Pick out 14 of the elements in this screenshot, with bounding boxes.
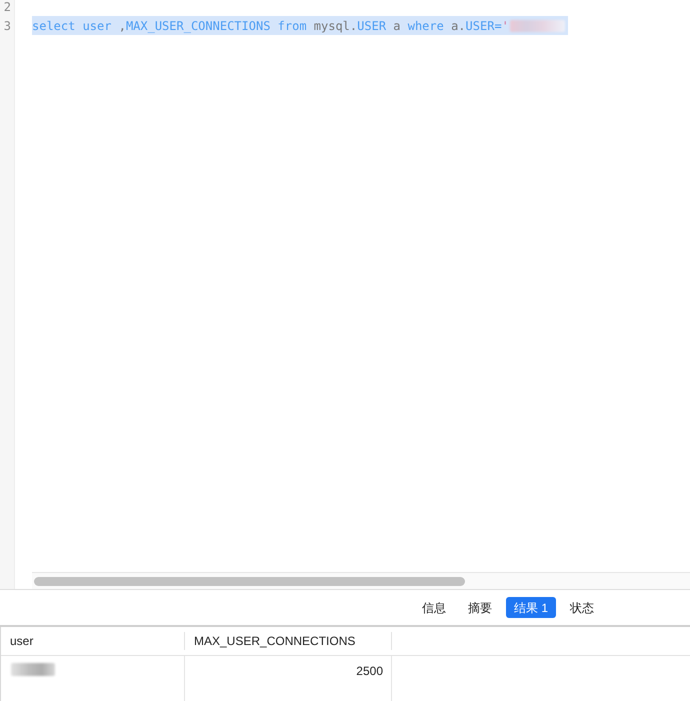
- result-tab[interactable]: 状态: [562, 597, 602, 618]
- table-cell-text: 2500: [356, 663, 383, 680]
- horizontal-scrollbar[interactable]: [32, 572, 690, 589]
- result-tab[interactable]: 摘要: [460, 597, 500, 618]
- line-number: 3: [4, 20, 11, 32]
- blurred-text-placeholder: [510, 20, 565, 32]
- line-number: 2: [4, 0, 11, 12]
- blurred-text-placeholder: [11, 663, 55, 676]
- sql-query-text: select user ,MAX_USER_CONNECTIONS from mysql.USER a where a.USER=': [32, 20, 509, 32]
- scrollbar-thumb[interactable]: [34, 576, 465, 586]
- column-header[interactable]: user: [10, 632, 184, 650]
- result-tab[interactable]: 信息: [414, 597, 454, 618]
- result-tab[interactable]: 结果 1: [506, 597, 556, 618]
- column-header[interactable]: MAX_USER_CONNECTIONS: [194, 632, 391, 650]
